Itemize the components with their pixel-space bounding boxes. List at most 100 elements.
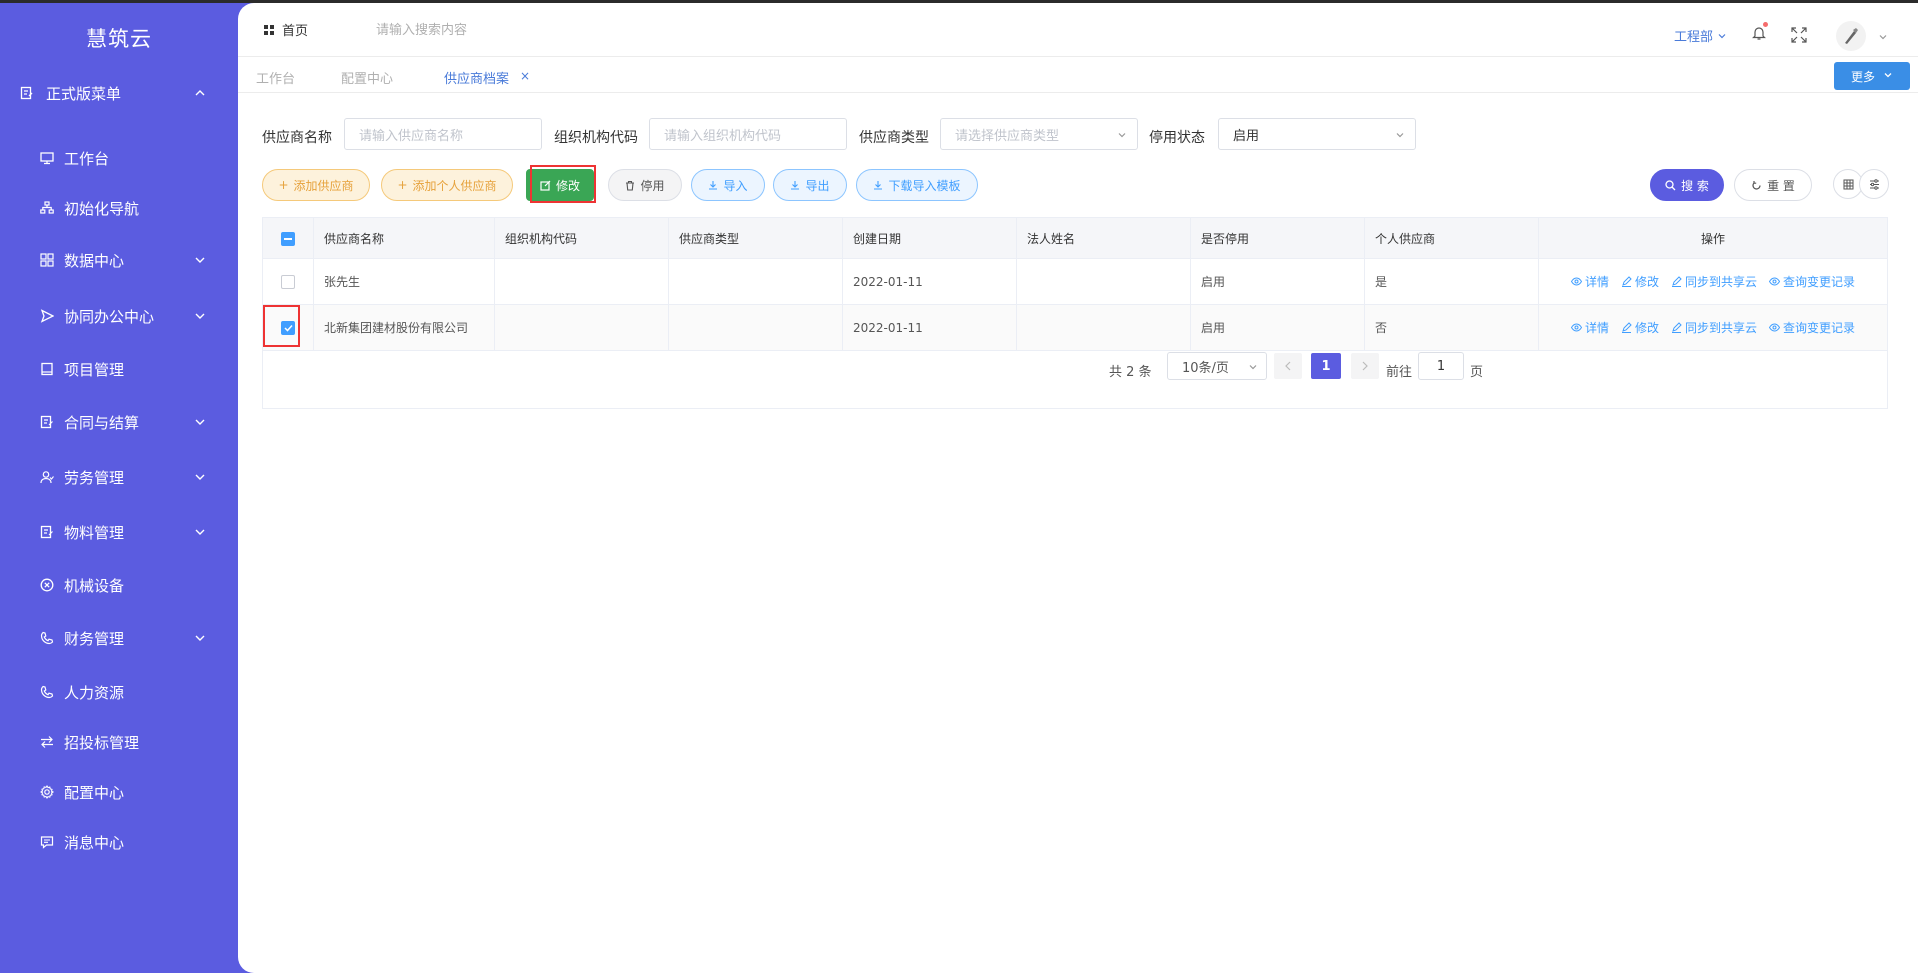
search-button[interactable]: 搜 索 xyxy=(1650,169,1724,201)
edit-link[interactable]: 修改 xyxy=(1621,319,1659,336)
import-button[interactable]: 导入 xyxy=(691,169,765,201)
org-code-input[interactable]: 请输入组织机构代码 xyxy=(649,118,847,150)
table-cell: 2022-01-11 xyxy=(843,305,1017,350)
column-header[interactable]: 法人姓名 xyxy=(1017,218,1191,259)
sidebar-item[interactable]: 数据中心 xyxy=(0,245,238,275)
row-checkbox[interactable] xyxy=(281,274,295,289)
sidebar-section-header[interactable]: 正式版菜单 xyxy=(0,78,238,108)
sidebar-item[interactable]: 劳务管理 xyxy=(0,462,238,492)
sidebar-item[interactable]: 机械设备 xyxy=(0,570,238,600)
sync-share-link[interactable]: 同步到共享云 xyxy=(1671,319,1757,336)
supplier-name-label: 供应商名称 xyxy=(262,130,332,146)
download-template-button[interactable]: 下载导入模板 xyxy=(856,169,978,201)
phone-icon xyxy=(38,683,56,701)
total-count: 共 2 条 xyxy=(1109,365,1152,380)
gear-icon xyxy=(38,783,56,801)
column-header[interactable]: 组织机构代码 xyxy=(495,218,669,259)
status-label: 停用状态 xyxy=(1149,130,1205,146)
action-label: 同步到共享云 xyxy=(1685,275,1758,289)
sidebar-item[interactable]: 财务管理 xyxy=(0,623,238,653)
column-header[interactable]: 供应商类型 xyxy=(669,218,843,259)
chevron-down-icon xyxy=(1883,69,1893,83)
status-select[interactable]: 启用 xyxy=(1218,118,1416,150)
sidebar-item[interactable]: 消息中心 xyxy=(0,827,238,857)
department-dropdown[interactable]: 工程部 xyxy=(1674,26,1727,45)
sidebar-item[interactable]: 项目管理 xyxy=(0,354,238,384)
goto-page-input[interactable]: 1 xyxy=(1418,352,1464,380)
table-row[interactable]: 北新集团建材股份有限公司 2022-01-11 启用否 详情 修改 同步到共享云 查询变更记… xyxy=(263,305,1887,351)
row-select-cell xyxy=(263,259,314,304)
table-cell xyxy=(495,305,669,350)
table-row[interactable]: 张先生 2022-01-11 启用是 详情 修改 同步到共享云 查询变更记录 xyxy=(263,259,1887,305)
table-cell xyxy=(495,259,669,304)
tab-workbench[interactable]: 工作台 xyxy=(256,68,295,87)
disable-button[interactable]: 停用 xyxy=(608,169,682,201)
column-header: 操作 xyxy=(1700,232,1725,246)
export-button[interactable]: 导出 xyxy=(773,169,847,201)
home-link[interactable]: 首页 xyxy=(264,20,308,39)
sidebar-item-label: 机械设备 xyxy=(64,576,125,595)
column-header[interactable]: 创建日期 xyxy=(843,218,1017,259)
column-header[interactable]: 个人供应商 xyxy=(1365,218,1539,259)
sidebar-item[interactable]: 合同与结算 xyxy=(0,407,238,437)
change-log-link[interactable]: 查询变更记录 xyxy=(1769,319,1855,336)
more-button[interactable]: 更多 xyxy=(1834,62,1910,90)
detail-link[interactable]: 详情 xyxy=(1570,319,1609,336)
download-icon xyxy=(790,180,800,190)
user-avatar[interactable] xyxy=(1836,21,1866,51)
column-settings-icon[interactable] xyxy=(1859,169,1889,199)
add-personal-supplier-button[interactable]: + 添加个人供应商 xyxy=(381,169,513,201)
fullscreen-icon[interactable] xyxy=(1791,27,1807,47)
sidebar-item[interactable]: 物料管理 xyxy=(0,517,238,547)
sidebar-item-label: 项目管理 xyxy=(64,360,125,379)
edit-link[interactable]: 修改 xyxy=(1621,273,1659,290)
close-icon[interactable]: × xyxy=(520,69,530,83)
sidebar: 慧筑云 正式版菜单 工作台 初始化导航 数据中心 协同办公中心 项目管理 合同与结算 劳务管… xyxy=(0,3,238,973)
import-label: 导入 xyxy=(723,178,748,193)
change-log-link[interactable]: 查询变更记录 xyxy=(1769,273,1855,290)
column-header[interactable]: 是否停用 xyxy=(1191,218,1365,259)
sidebar-item-label: 招投标管理 xyxy=(64,733,140,752)
sidebar-item[interactable]: 初始化导航 xyxy=(0,193,238,223)
sidebar-item[interactable]: 协同办公中心 xyxy=(0,301,238,331)
table-cell: 张先生 xyxy=(314,259,495,304)
sync-share-link[interactable]: 同步到共享云 xyxy=(1671,273,1757,290)
sidebar-item[interactable]: 工作台 xyxy=(0,143,238,173)
page-size-select[interactable]: 10条/页 xyxy=(1167,352,1267,380)
main-panel: 首页 工程部 工作台 配置中心 供应商档案 × 更多 xyxy=(238,3,1918,973)
chevron-down-icon[interactable] xyxy=(1878,31,1888,46)
select-all-checkbox[interactable] xyxy=(281,231,295,246)
sidebar-item[interactable]: 配置中心 xyxy=(0,777,238,807)
sidebar-item-label: 消息中心 xyxy=(64,833,125,852)
sidebar-item[interactable]: 人力资源 xyxy=(0,677,238,707)
select-all-cell xyxy=(263,218,314,259)
column-header[interactable]: 供应商名称 xyxy=(314,218,495,259)
detail-link[interactable]: 详情 xyxy=(1570,273,1609,290)
current-page[interactable]: 1 xyxy=(1311,353,1341,379)
sidebar-item[interactable]: 招投标管理 xyxy=(0,727,238,757)
status-value: 启用 xyxy=(1233,128,1260,144)
notification-bell-icon[interactable] xyxy=(1752,22,1768,45)
supplier-type-select[interactable]: 请选择供应商类型 xyxy=(940,118,1138,150)
eye-icon xyxy=(1570,276,1582,287)
page-size-value: 10条/页 xyxy=(1182,360,1229,376)
pagination: 共 2 条 10条/页 1 前往 1 页 xyxy=(263,351,1887,391)
global-search-input[interactable] xyxy=(376,19,576,41)
prev-page-button[interactable] xyxy=(1274,353,1302,379)
table-cell xyxy=(669,305,843,350)
sitemap-icon xyxy=(38,199,56,217)
export-label: 导出 xyxy=(805,178,830,193)
plus-icon: + xyxy=(278,178,289,192)
table-cell: 启用 xyxy=(1191,305,1365,350)
plus-icon: + xyxy=(397,178,408,192)
edit-icon xyxy=(1621,276,1632,287)
add-supplier-button[interactable]: + 添加供应商 xyxy=(262,169,370,201)
next-page-button[interactable] xyxy=(1351,353,1379,379)
supplier-name-input[interactable]: 请输入供应商名称 xyxy=(344,118,542,150)
chevron-down-icon xyxy=(1117,129,1127,144)
reset-button[interactable]: 重 置 xyxy=(1734,169,1812,201)
message-icon xyxy=(38,833,56,851)
sidebar-item-label: 劳务管理 xyxy=(64,468,125,487)
tab-config-center[interactable]: 配置中心 xyxy=(341,68,393,87)
tab-supplier-archive[interactable]: 供应商档案 xyxy=(444,68,509,87)
